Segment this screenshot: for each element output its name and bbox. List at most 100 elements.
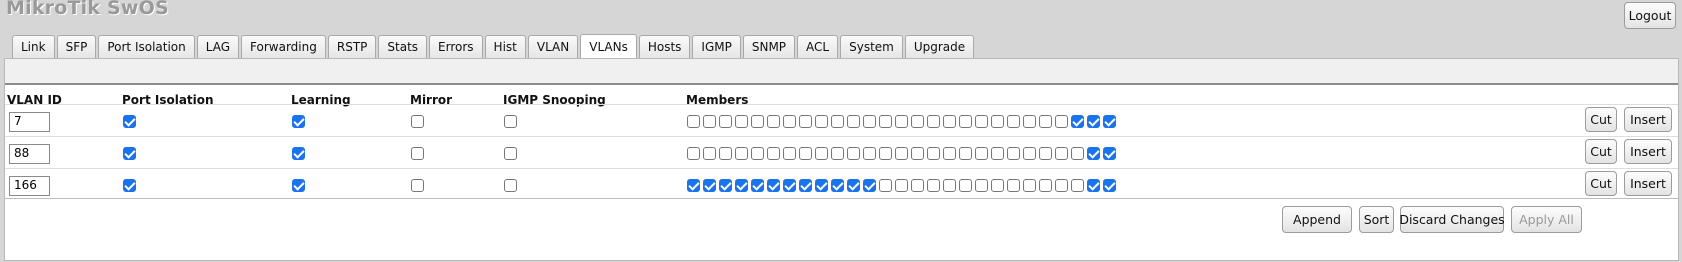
member-port-4-checkbox[interactable]	[735, 115, 748, 128]
member-port-24-checkbox[interactable]	[1055, 115, 1068, 128]
append-button[interactable]: Append	[1282, 206, 1352, 233]
member-port-23-checkbox[interactable]	[1039, 147, 1052, 160]
member-port-26-checkbox[interactable]	[1087, 147, 1100, 160]
member-port-1-checkbox[interactable]	[687, 115, 700, 128]
member-port-22-checkbox[interactable]	[1023, 147, 1036, 160]
member-port-3-checkbox[interactable]	[719, 115, 732, 128]
member-port-9-checkbox[interactable]	[815, 179, 828, 192]
member-port-12-checkbox[interactable]	[863, 115, 876, 128]
tab-sfp[interactable]: SFP	[56, 35, 97, 58]
member-port-27-checkbox[interactable]	[1103, 115, 1116, 128]
learning-checkbox[interactable]	[292, 179, 305, 192]
member-port-8-checkbox[interactable]	[799, 147, 812, 160]
mirror-checkbox[interactable]	[411, 115, 424, 128]
member-port-12-checkbox[interactable]	[863, 147, 876, 160]
cut-button[interactable]: Cut	[1585, 139, 1617, 164]
igmp-snooping-checkbox[interactable]	[504, 115, 517, 128]
port-isolation-checkbox[interactable]	[123, 147, 136, 160]
tab-upgrade[interactable]: Upgrade	[904, 35, 975, 58]
member-port-18-checkbox[interactable]	[959, 115, 972, 128]
member-port-25-checkbox[interactable]	[1071, 147, 1084, 160]
member-port-16-checkbox[interactable]	[927, 115, 940, 128]
vlan-id-input[interactable]: 88	[9, 144, 50, 164]
member-port-21-checkbox[interactable]	[1007, 115, 1020, 128]
member-port-10-checkbox[interactable]	[831, 179, 844, 192]
member-port-6-checkbox[interactable]	[767, 147, 780, 160]
member-port-21-checkbox[interactable]	[1007, 147, 1020, 160]
sort-button[interactable]: Sort	[1359, 206, 1394, 233]
member-port-6-checkbox[interactable]	[767, 179, 780, 192]
member-port-26-checkbox[interactable]	[1087, 115, 1100, 128]
vlan-id-input[interactable]: 166	[9, 176, 50, 196]
member-port-20-checkbox[interactable]	[991, 179, 1004, 192]
member-port-23-checkbox[interactable]	[1039, 115, 1052, 128]
member-port-14-checkbox[interactable]	[895, 115, 908, 128]
member-port-18-checkbox[interactable]	[959, 179, 972, 192]
member-port-14-checkbox[interactable]	[895, 147, 908, 160]
tab-link[interactable]: Link	[12, 35, 55, 58]
member-port-24-checkbox[interactable]	[1055, 147, 1068, 160]
member-port-14-checkbox[interactable]	[895, 179, 908, 192]
member-port-2-checkbox[interactable]	[703, 179, 716, 192]
member-port-16-checkbox[interactable]	[927, 179, 940, 192]
member-port-13-checkbox[interactable]	[879, 179, 892, 192]
logout-button[interactable]: Logout	[1624, 2, 1676, 29]
member-port-24-checkbox[interactable]	[1055, 179, 1068, 192]
member-port-12-checkbox[interactable]	[863, 179, 876, 192]
igmp-snooping-checkbox[interactable]	[504, 179, 517, 192]
member-port-22-checkbox[interactable]	[1023, 179, 1036, 192]
member-port-11-checkbox[interactable]	[847, 179, 860, 192]
member-port-13-checkbox[interactable]	[879, 147, 892, 160]
member-port-15-checkbox[interactable]	[911, 179, 924, 192]
port-isolation-checkbox[interactable]	[123, 179, 136, 192]
igmp-snooping-checkbox[interactable]	[504, 147, 517, 160]
tab-igmp[interactable]: IGMP	[692, 35, 741, 58]
apply-all-button[interactable]: Apply All	[1511, 206, 1582, 233]
member-port-19-checkbox[interactable]	[975, 147, 988, 160]
member-port-7-checkbox[interactable]	[783, 179, 796, 192]
cut-button[interactable]: Cut	[1585, 107, 1617, 132]
member-port-3-checkbox[interactable]	[719, 179, 732, 192]
member-port-1-checkbox[interactable]	[687, 147, 700, 160]
member-port-19-checkbox[interactable]	[975, 179, 988, 192]
discard-changes-button[interactable]: Discard Changes	[1399, 206, 1505, 233]
tab-stats[interactable]: Stats	[378, 35, 428, 58]
member-port-22-checkbox[interactable]	[1023, 115, 1036, 128]
member-port-5-checkbox[interactable]	[751, 115, 764, 128]
member-port-5-checkbox[interactable]	[751, 179, 764, 192]
member-port-1-checkbox[interactable]	[687, 179, 700, 192]
mirror-checkbox[interactable]	[411, 147, 424, 160]
tab-errors[interactable]: Errors	[429, 35, 483, 58]
member-port-7-checkbox[interactable]	[783, 115, 796, 128]
member-port-10-checkbox[interactable]	[831, 147, 844, 160]
member-port-4-checkbox[interactable]	[735, 179, 748, 192]
learning-checkbox[interactable]	[292, 147, 305, 160]
member-port-15-checkbox[interactable]	[911, 115, 924, 128]
tab-port-isolation[interactable]: Port Isolation	[98, 35, 195, 58]
port-isolation-checkbox[interactable]	[123, 115, 136, 128]
member-port-3-checkbox[interactable]	[719, 147, 732, 160]
member-port-5-checkbox[interactable]	[751, 147, 764, 160]
member-port-25-checkbox[interactable]	[1071, 115, 1084, 128]
tab-vlans[interactable]: VLANs	[580, 34, 637, 58]
member-port-10-checkbox[interactable]	[831, 115, 844, 128]
tab-hist[interactable]: Hist	[484, 35, 526, 58]
member-port-25-checkbox[interactable]	[1071, 179, 1084, 192]
tab-snmp[interactable]: SNMP	[742, 35, 796, 58]
insert-button[interactable]: Insert	[1624, 107, 1672, 132]
member-port-8-checkbox[interactable]	[799, 115, 812, 128]
member-port-17-checkbox[interactable]	[943, 179, 956, 192]
member-port-4-checkbox[interactable]	[735, 147, 748, 160]
member-port-23-checkbox[interactable]	[1039, 179, 1052, 192]
member-port-13-checkbox[interactable]	[879, 115, 892, 128]
member-port-11-checkbox[interactable]	[847, 115, 860, 128]
member-port-27-checkbox[interactable]	[1103, 147, 1116, 160]
tab-lag[interactable]: LAG	[196, 35, 240, 58]
member-port-27-checkbox[interactable]	[1103, 179, 1116, 192]
member-port-19-checkbox[interactable]	[975, 115, 988, 128]
member-port-7-checkbox[interactable]	[783, 147, 796, 160]
tab-acl[interactable]: ACL	[797, 35, 839, 58]
member-port-2-checkbox[interactable]	[703, 147, 716, 160]
insert-button[interactable]: Insert	[1624, 139, 1672, 164]
member-port-21-checkbox[interactable]	[1007, 179, 1020, 192]
